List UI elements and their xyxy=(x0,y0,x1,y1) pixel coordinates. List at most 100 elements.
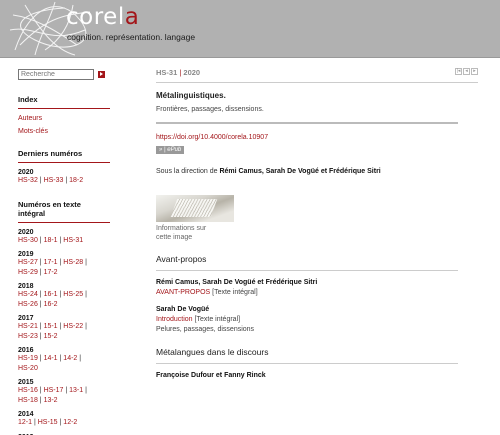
breadcrumb-issue: HS-31 xyxy=(156,68,178,77)
issue-link[interactable]: HS-33 xyxy=(44,177,64,184)
issue-link[interactable]: HS-24 xyxy=(18,291,38,298)
issue-line: HS-26 | 16-2 xyxy=(18,300,58,308)
sidebar: Index Auteurs Mots-clés Derniers numéros… xyxy=(18,68,110,435)
issue-link[interactable]: HS-18 xyxy=(18,397,38,404)
issue-link[interactable]: HS-29 xyxy=(18,269,38,276)
year-group: 2014 12-1 | HS-15 | 12-2 xyxy=(18,411,110,428)
latest-issues-list: HS-32 | HS-33 | 18-2 xyxy=(18,177,84,184)
doi-link[interactable]: https://doi.org/10.4000/corela.10907 xyxy=(156,134,478,141)
year-group: 2019 HS-27 | 17-1 | HS-28 | HS-29 | 17-2 xyxy=(18,251,110,277)
year-label: 2017 xyxy=(18,315,34,322)
year-group: 2016 HS-19 | 14-1 | 14-2 | HS-20 xyxy=(18,347,110,373)
issue-link[interactable]: HS-22 xyxy=(63,323,83,330)
issue-link[interactable]: 14-1 xyxy=(44,355,58,362)
toc-entry-link[interactable]: AVANT-PROPOS xyxy=(156,289,210,296)
issue-link[interactable]: 13-2 xyxy=(44,397,58,404)
index-heading: Index xyxy=(18,95,38,104)
issue-link[interactable]: HS-21 xyxy=(18,323,38,330)
epub-button[interactable]: » | ePub xyxy=(156,146,185,154)
year-label: 2015 xyxy=(18,379,34,386)
issue-link[interactable]: HS-19 xyxy=(18,355,38,362)
cover-image[interactable] xyxy=(156,195,234,222)
year-group: 2018 HS-24 | 16-1 | HS-25 | HS-26 | 16-2 xyxy=(18,283,110,309)
issue-link[interactable]: HS-17 xyxy=(44,387,64,394)
toc-entry-link[interactable]: Introduction xyxy=(156,316,193,323)
issue-link[interactable]: 15-1 xyxy=(44,323,58,330)
editors-names: Rémi Camus, Sarah De Vogüé et Frédérique… xyxy=(219,168,381,175)
toc-entry: AVANT-PROPOS [Texte intégral] xyxy=(156,289,258,296)
fulltext-divider xyxy=(18,221,110,223)
year-group: 2017 HS-21 | 15-1 | HS-22 | HS-23 | 15-2 xyxy=(18,315,110,341)
issue-line: HS-23 | 15-2 xyxy=(18,332,58,340)
year-group: 2015 HS-16 | HS-17 | 13-1 | HS-18 | 13-2 xyxy=(18,379,110,405)
issue-link[interactable]: HS-15 xyxy=(38,419,58,426)
index-link-auteurs[interactable]: Auteurs xyxy=(18,115,110,122)
index-divider xyxy=(18,108,110,109)
breadcrumb-year: 2020 xyxy=(183,68,201,77)
issue-line: HS-18 | 13-2 xyxy=(18,396,58,404)
issue-subtitle: Frontières, passages, dissensions. xyxy=(156,106,264,113)
prev-page-icon[interactable]: ◂ xyxy=(463,68,470,75)
toc-entry-authors: Sarah De Vogüé xyxy=(156,306,210,313)
section-divider xyxy=(156,363,458,364)
issue-link[interactable]: 17-2 xyxy=(44,269,58,276)
issue-link[interactable]: HS-27 xyxy=(18,259,38,266)
issue-link[interactable]: HS-30 xyxy=(18,237,38,244)
image-caption[interactable]: Informations sur cette image xyxy=(156,224,478,242)
issue-link[interactable]: HS-25 xyxy=(63,291,83,298)
year-list: 2020 HS-30 | 18-1 | HS-31 2019 HS-27 | 17-1… xyxy=(18,229,110,435)
year-label: 2020 xyxy=(18,228,34,236)
issue-link[interactable]: 15-2 xyxy=(44,333,58,340)
issue-link[interactable]: HS-32 xyxy=(18,177,38,184)
site-logo[interactable]: corela xyxy=(66,4,139,30)
issue-link[interactable]: HS-26 xyxy=(18,301,38,308)
issue-link[interactable]: HS-23 xyxy=(18,333,38,340)
section-heading-metalangues: Métalangues dans le discours xyxy=(156,347,269,357)
section-heading-avant-propos: Avant-propos xyxy=(156,254,207,264)
issue-link[interactable]: HS-20 xyxy=(18,365,38,372)
breadcrumb-separator: | xyxy=(179,68,182,77)
first-page-icon[interactable]: |◂ xyxy=(455,68,462,75)
section-divider xyxy=(156,270,458,271)
year-label: 2016 xyxy=(18,347,34,354)
issue-line: HS-19 | 14-1 | 14-2 | xyxy=(18,355,82,362)
toc-entry-authors: Rémi Camus, Sarah De Vogüé et Frédérique… xyxy=(156,279,318,286)
latest-issues-heading: Derniers numéros xyxy=(18,149,83,158)
year-label: 2018 xyxy=(18,283,34,290)
issue-link[interactable]: 18-1 xyxy=(44,237,58,244)
issue-line: HS-27 | 17-1 | HS-28 | xyxy=(18,259,87,266)
year-group: 2020 HS-30 | 18-1 | HS-31 xyxy=(18,229,110,246)
search-input[interactable] xyxy=(18,68,94,80)
year-label: 2019 xyxy=(18,251,34,258)
issue-link[interactable]: HS-16 xyxy=(18,387,38,394)
issue-link[interactable]: 16-1 xyxy=(44,291,58,298)
latest-year: 2020 xyxy=(18,169,34,176)
issue-line: HS-16 | HS-17 | 13-1 | xyxy=(18,387,87,394)
issue-link[interactable]: 14-2 xyxy=(63,355,77,362)
issue-link[interactable]: HS-31 xyxy=(63,237,83,244)
fulltext-heading: Numéros en texte intégral xyxy=(18,199,81,218)
issue-link[interactable]: 12-2 xyxy=(63,419,77,426)
issue-nav: |◂ ◂ ▸ xyxy=(455,68,478,75)
next-page-icon[interactable]: ▸ xyxy=(471,68,478,75)
issue-link[interactable]: HS-28 xyxy=(63,259,83,266)
index-link-mots-cles[interactable]: Mots-clés xyxy=(18,128,110,135)
issue-link[interactable]: 13-1 xyxy=(69,387,83,394)
title-divider xyxy=(156,122,458,124)
issue-line: HS-30 | 18-1 | HS-31 xyxy=(18,236,84,244)
search-submit-button[interactable] xyxy=(98,70,105,78)
issue-link[interactable]: 18-2 xyxy=(69,177,83,184)
site-header: corela cognition. représentation. langag… xyxy=(0,0,500,57)
issue-line: HS-24 | 16-1 | HS-25 | xyxy=(18,291,87,298)
editors-line: Sous la direction de Rémi Camus, Sarah D… xyxy=(156,168,381,175)
main-content: HS-31 | 2020 |◂ ◂ ▸ Métalinguistiques. F… xyxy=(156,68,478,379)
issue-link[interactable]: 12-1 xyxy=(18,419,32,426)
issue-line: HS-21 | 15-1 | HS-22 | xyxy=(18,323,87,330)
issue-link[interactable]: 16-2 xyxy=(44,301,58,308)
format-row: » | ePub xyxy=(156,146,478,154)
toc-entry: Introduction [Texte intégral] xyxy=(156,316,241,323)
header-divider xyxy=(0,57,500,58)
issue-link[interactable]: 17-1 xyxy=(44,259,58,266)
issue-line: HS-29 | 17-2 xyxy=(18,268,58,276)
toc-entry-authors: Françoise Dufour et Fanny Rinck xyxy=(156,372,266,379)
